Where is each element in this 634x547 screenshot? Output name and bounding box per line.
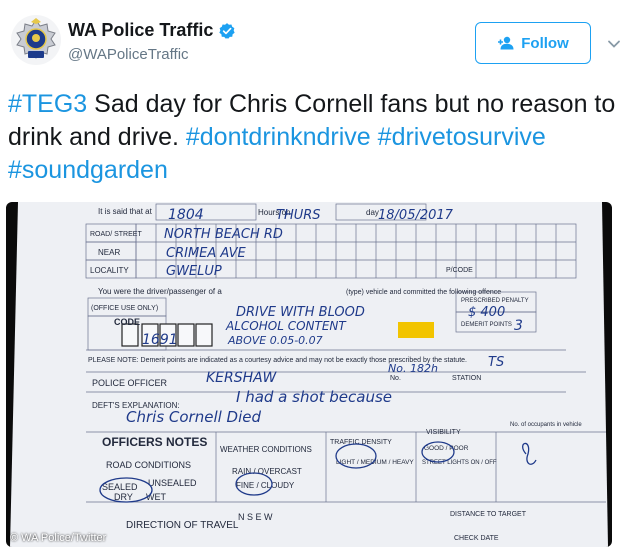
handwritten-date: 18/05/2017 — [378, 208, 454, 223]
handwritten-offence-1: DRIVE WITH BLOOD — [236, 305, 365, 320]
avatar[interactable] — [10, 14, 62, 66]
form-label: DRY — [114, 492, 133, 502]
follow-label: Follow — [521, 34, 569, 52]
form-label: VISIBILITY — [426, 429, 461, 436]
form-label: FINE / CLOUDY — [236, 481, 295, 490]
tweet-header: WA Police Traffic @WAPoliceTraffic Follo… — [10, 12, 624, 72]
infringement-notice-photo: It is said that at Hours on day ROAD/ ST… — [10, 202, 608, 547]
handwritten-code: 1691 — [142, 332, 178, 348]
handwritten-near: CRIMEA AVE — [166, 246, 247, 261]
handwritten-penalty: $ 400 — [468, 305, 505, 320]
form-label: GOOD / POOR — [424, 445, 469, 452]
account-handle[interactable]: @WAPoliceTraffic — [68, 46, 189, 63]
hashtag-drivetosurvive[interactable]: #drivetosurvive — [378, 123, 546, 151]
form-label: WET — [146, 492, 166, 502]
handwritten-station: TS — [488, 355, 504, 370]
form-label: (type) vehicle and committed the followi… — [346, 289, 501, 296]
form-label: RAIN / OVERCAST — [232, 467, 302, 476]
handwritten-number: No. 182h — [388, 362, 438, 375]
form-label: ROAD/ STREET — [90, 231, 142, 238]
handwritten-time: 1804 — [168, 207, 204, 223]
form-label: POLICE OFFICER — [92, 378, 168, 388]
photo-credit: © WA Police/Twitter — [10, 532, 107, 544]
follow-button[interactable]: Follow — [475, 22, 591, 64]
hashtag-soundgarden[interactable]: #soundgarden — [8, 156, 168, 184]
hashtag-dontdrinkndrive[interactable]: #dontdrinkndrive — [186, 123, 371, 151]
handwritten-explanation-1: I had a shot because — [236, 388, 392, 406]
form-label: No. — [390, 375, 401, 382]
form-label: DISTANCE TO TARGET — [450, 511, 527, 518]
verified-badge-icon — [219, 22, 236, 39]
form-label: SEALED — [102, 482, 138, 492]
handwritten-offence-2: ALCOHOL CONTENT — [225, 319, 347, 333]
form-label: OFFICERS NOTES — [102, 435, 207, 449]
form-label: No. of occupants in vehicle — [510, 422, 582, 428]
hashtag-teg3[interactable]: #TEG3 — [8, 90, 87, 118]
form-label: CHECK DATE — [454, 535, 499, 542]
form-label: STATION — [452, 375, 481, 382]
form-label: DEMERIT POINTS — [461, 322, 512, 328]
form-label: It is said that at — [98, 207, 153, 216]
handwritten-offence-3: ABOVE 0.05-0.07 — [227, 334, 323, 347]
police-badge-icon — [11, 15, 61, 65]
form-label: N S E W — [238, 512, 273, 522]
form-label: NEAR — [98, 248, 120, 257]
form-label: CODE — [114, 317, 140, 327]
form-label: (OFFICE USE ONLY) — [91, 305, 158, 312]
form-label: ROAD CONDITIONS — [106, 460, 191, 470]
tweet-photo[interactable]: It is said that at Hours on day ROAD/ ST… — [6, 202, 612, 547]
name-row: WA Police Traffic — [68, 20, 236, 41]
form-label: day — [366, 208, 379, 217]
handwritten-officer: KERSHAW — [206, 370, 277, 386]
chevron-down-icon[interactable] — [606, 36, 622, 52]
form-label: UNSEALED — [148, 478, 197, 488]
handwritten-points: 3 — [514, 318, 523, 334]
handwritten-explanation-2: Chris Cornell Died — [126, 408, 262, 426]
tweet-text: #TEG3 Sad day for Chris Cornell fans but… — [8, 88, 618, 187]
form-label: WEATHER CONDITIONS — [220, 445, 312, 454]
form-label: LOCALITY — [90, 266, 129, 275]
handwritten-day: THURS — [276, 208, 321, 223]
display-name[interactable]: WA Police Traffic — [68, 20, 213, 41]
form-label: P/CODE — [446, 267, 473, 274]
tweet-space — [371, 123, 378, 151]
form-label: You were the driver/passenger of a — [98, 287, 222, 296]
form-label: PRESCRIBED PENALTY — [461, 298, 529, 304]
form-label: STREET LIGHTS ON / OFF — [422, 460, 497, 466]
handwritten-locality: GWELUP — [166, 264, 222, 279]
add-user-icon — [498, 36, 514, 50]
handwritten-street: NORTH BEACH RD — [164, 227, 283, 242]
form-label: DIRECTION OF TRAVEL — [126, 520, 239, 531]
